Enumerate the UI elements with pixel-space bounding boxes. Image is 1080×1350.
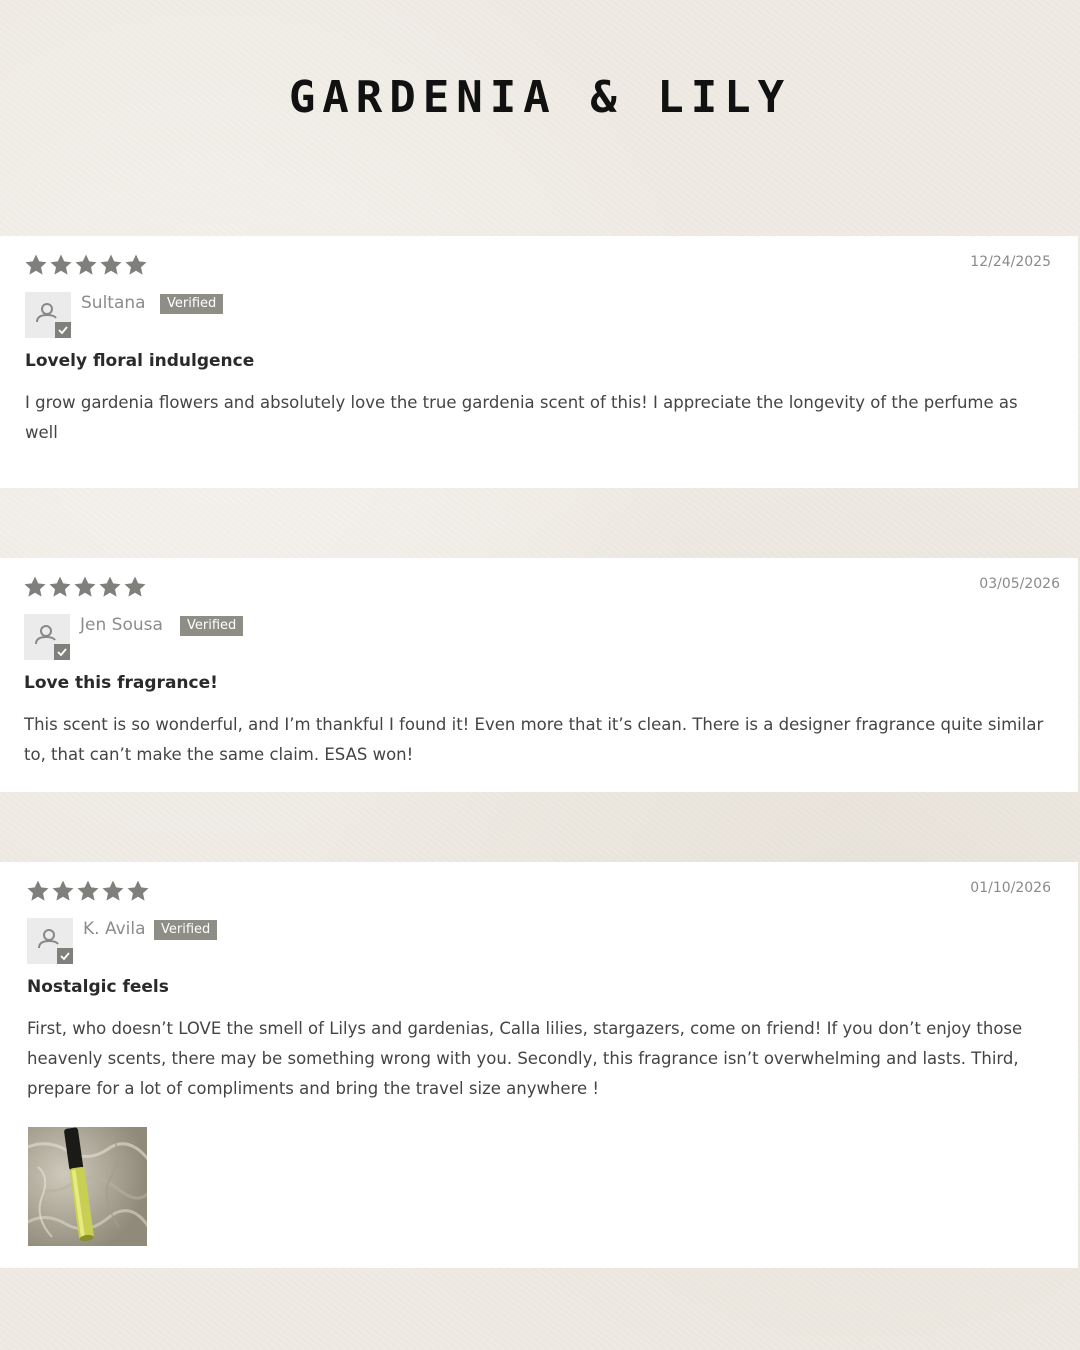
user-verified-icon	[35, 625, 70, 660]
star-icon	[77, 880, 99, 901]
star-rating	[24, 253, 148, 277]
page-title: GARDENIA & LILY	[288, 72, 792, 123]
review-photo[interactable]	[28, 1127, 147, 1246]
avatar	[24, 614, 70, 660]
star-rating	[23, 575, 147, 599]
avatar	[25, 292, 71, 338]
star-icon	[74, 576, 96, 597]
star-icon	[102, 880, 124, 901]
review-body: I grow gardenia flowers and absolutely l…	[25, 393, 1018, 442]
review-date: 03/05/2026	[979, 576, 1060, 592]
star-icon	[125, 254, 147, 275]
review-title: Nostalgic feels	[27, 977, 169, 997]
reviewer-name: Jen Sousa	[80, 615, 163, 635]
review-card: 12/24/2025 Sultana Verified Lovely flora…	[0, 236, 1078, 488]
verified-badge: Verified	[154, 920, 218, 940]
review-title: Love this fragrance!	[24, 673, 218, 693]
star-icon	[75, 254, 97, 275]
verified-badge: Verified	[160, 294, 224, 314]
star-icon	[124, 576, 146, 597]
reviewer-name: K. Avila	[83, 919, 146, 939]
review-card: 01/10/2026 K. Avila Verified Nostalgic f…	[0, 862, 1078, 1268]
star-icon	[50, 254, 72, 275]
user-verified-icon	[38, 929, 73, 964]
review-date: 01/10/2026	[970, 880, 1051, 896]
star-icon	[25, 254, 47, 275]
star-icon	[24, 576, 46, 597]
user-verified-icon	[36, 303, 71, 338]
star-rating	[26, 879, 150, 903]
review-card: 03/05/2026 Jen Sousa Verified Love this …	[0, 558, 1078, 792]
verified-badge: Verified	[180, 616, 244, 636]
review-date: 12/24/2025	[970, 254, 1051, 270]
star-icon	[49, 576, 71, 597]
star-icon	[27, 880, 49, 901]
star-icon	[52, 880, 74, 901]
star-icon	[100, 254, 122, 275]
reviewer-name: Sultana	[81, 293, 146, 313]
review-body: First, who doesn’t LOVE the smell of Lil…	[27, 1019, 1023, 1098]
review-title: Lovely floral indulgence	[25, 351, 255, 371]
perfume-rollerball-photo	[28, 1127, 147, 1246]
avatar	[27, 918, 73, 964]
star-icon	[127, 880, 149, 901]
star-icon	[99, 576, 121, 597]
review-body: This scent is so wonderful, and I’m than…	[24, 715, 1044, 764]
